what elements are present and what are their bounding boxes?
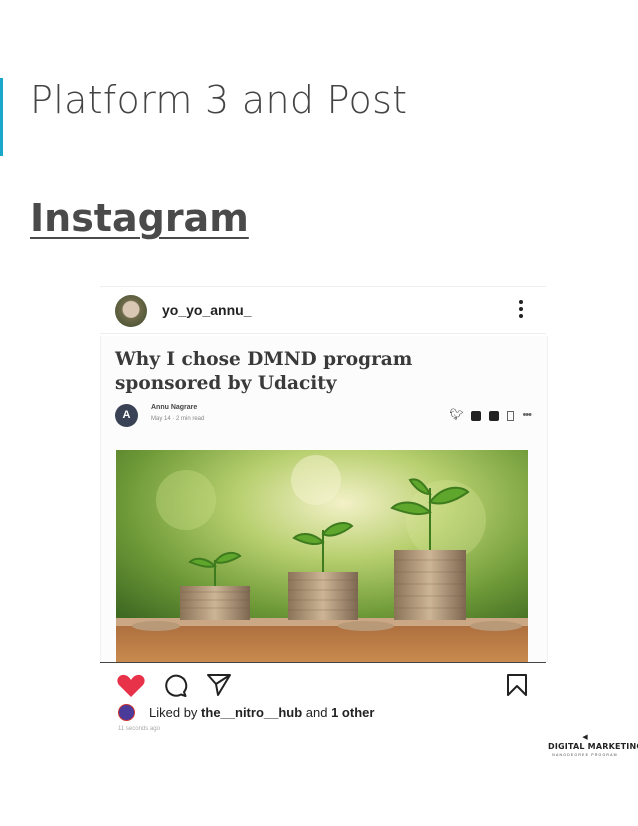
liker-username[interactable]: the__nitro__hub <box>201 705 302 720</box>
comment-icon[interactable] <box>162 673 188 699</box>
article-share-row: 🐦︎ ••• <box>449 409 532 421</box>
accent-bar <box>0 78 3 156</box>
post-header: yo_yo_annu_ <box>100 286 546 334</box>
article-title: Why I chose DMND program sponsored by Ud… <box>115 349 413 394</box>
twitter-icon: 🐦︎ <box>449 409 464 421</box>
avatar[interactable] <box>118 703 135 721</box>
author-avatar: A <box>115 404 138 427</box>
megaphone-icon: ◀ <box>582 734 588 741</box>
brand-subtitle: NANODEGREE PROGRAM <box>552 753 618 757</box>
instagram-post: yo_yo_annu_ Why I chose DMND program spo… <box>100 286 548 732</box>
section-heading: Instagram <box>30 196 249 240</box>
brand-logo: ◀ DIGITAL MARKETING NANODEGREE PROGRAM <box>548 734 638 757</box>
likes-others-link[interactable]: 1 other <box>331 705 374 720</box>
more-vertical-icon[interactable] <box>518 300 524 320</box>
more-horizontal-icon: ••• <box>522 409 532 421</box>
bookmark-icon[interactable] <box>506 673 528 697</box>
brand-name: DIGITAL MARKETING <box>548 742 638 751</box>
likes-row: Liked by the__nitro__hub and 1 other <box>118 702 374 722</box>
facebook-icon <box>489 410 500 421</box>
post-timestamp: 11 seconds ago <box>118 726 160 732</box>
send-icon[interactable] <box>206 673 232 697</box>
username[interactable]: yo_yo_annu_ <box>162 302 251 318</box>
heart-icon[interactable] <box>116 673 146 699</box>
bookmark-icon <box>507 410 515 421</box>
growing-plant-coins-image <box>116 450 528 662</box>
likes-prefix: Liked by <box>149 704 202 720</box>
article-preview: Why I chose DMND program sponsored by Ud… <box>100 336 548 662</box>
post-actions <box>100 662 546 697</box>
avatar[interactable] <box>115 295 147 327</box>
author-name: Annu Nagrare <box>151 404 198 411</box>
slide-title: Platform 3 and Post <box>30 78 408 122</box>
author-meta: May 14 · 2 min read <box>151 416 205 422</box>
linkedin-icon <box>471 410 482 421</box>
likes-middle: and <box>302 704 332 720</box>
